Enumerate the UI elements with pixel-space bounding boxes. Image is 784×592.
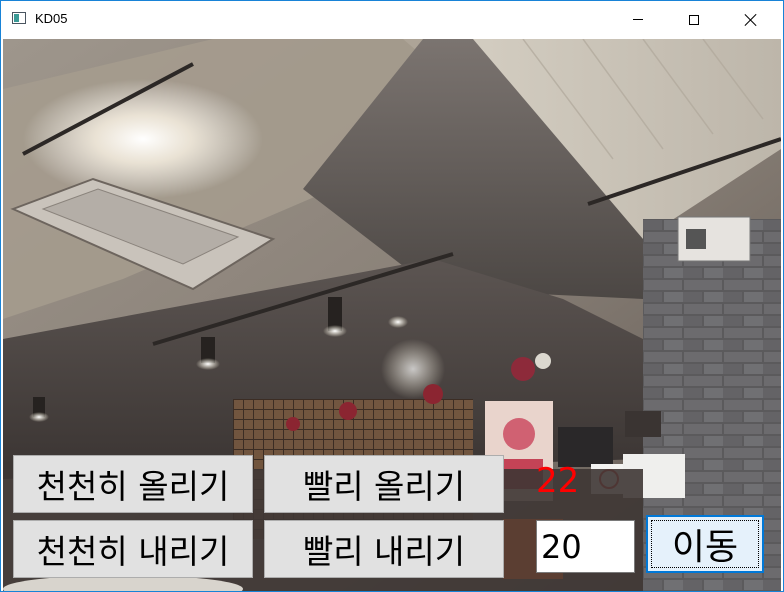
slow-down-button[interactable]: 천천히 내리기 bbox=[13, 520, 253, 578]
close-icon bbox=[745, 14, 757, 26]
maximize-icon bbox=[689, 14, 699, 25]
window-title: KD05 bbox=[35, 11, 68, 26]
close-button[interactable] bbox=[728, 1, 774, 38]
minimize-icon bbox=[633, 19, 643, 20]
app-icon bbox=[12, 12, 26, 24]
current-position-label: 22 bbox=[536, 461, 580, 501]
app-window: KD05 천천히 올리기 빨리 올리기 천천히 내리기 빨리 내리기 22 20… bbox=[0, 0, 784, 592]
move-button[interactable]: 이동 bbox=[646, 515, 764, 573]
fast-down-button[interactable]: 빨리 내리기 bbox=[264, 520, 504, 578]
target-position-input[interactable] bbox=[536, 520, 635, 573]
title-bar[interactable]: KD05 bbox=[1, 1, 783, 38]
slow-up-button[interactable]: 천천히 올리기 bbox=[13, 455, 253, 513]
maximize-button[interactable] bbox=[671, 1, 717, 38]
fast-up-button[interactable]: 빨리 올리기 bbox=[264, 455, 504, 513]
minimize-button[interactable] bbox=[615, 1, 661, 38]
